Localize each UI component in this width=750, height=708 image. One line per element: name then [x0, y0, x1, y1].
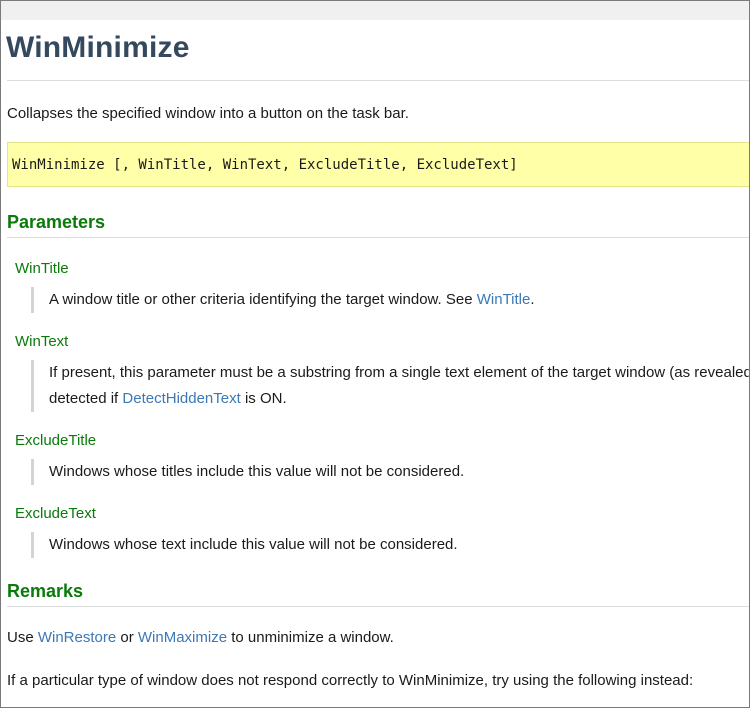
- detecthiddentext-link[interactable]: DetectHiddenText: [122, 390, 240, 407]
- syntax-box: WinMinimize [, WinTitle, WinText, Exclud…: [7, 142, 749, 187]
- remarks-p1-start: Use: [7, 629, 38, 646]
- param-desc-wintitle: A window title or other criteria identif…: [31, 287, 535, 313]
- param-desc-text-end: .: [530, 291, 535, 308]
- param-desc-wintext: If present, this parameter must be a sub…: [31, 360, 750, 412]
- remarks-p1-mid: or: [116, 629, 138, 646]
- remarks-p1-end: to unminimize a window.: [227, 629, 394, 646]
- param-desc-line2-end: is ON.: [240, 390, 287, 407]
- param-desc-text: A window title or other criteria identif…: [49, 291, 477, 308]
- remarks-paragraph-2: If a particular type of window does not …: [7, 672, 694, 689]
- page-title: WinMinimize: [6, 31, 190, 64]
- winrestore-link[interactable]: WinRestore: [38, 629, 116, 646]
- title-divider: [7, 80, 749, 81]
- top-bar: [1, 1, 749, 20]
- param-name-excludetitle: ExcludeTitle: [15, 432, 97, 449]
- param-desc-line1: If present, this parameter must be a sub…: [49, 364, 750, 381]
- description: Collapses the specified window into a bu…: [7, 105, 409, 122]
- parameters-heading: Parameters: [7, 212, 106, 232]
- param-name-wintext: WinText: [15, 333, 69, 350]
- winmaximize-link[interactable]: WinMaximize: [138, 629, 227, 646]
- remarks-paragraph-1: Use WinRestore or WinMaximize to unminim…: [7, 629, 394, 646]
- parameters-divider: [7, 237, 749, 238]
- param-desc-line2: detected if DetectHiddenText is ON.: [49, 386, 749, 412]
- document-frame: WinMinimize Collapses the specified wind…: [0, 0, 750, 708]
- param-desc-line2-start: detected if: [49, 390, 123, 407]
- remarks-divider: [7, 606, 749, 607]
- param-desc-excludetext: Windows whose text include this value wi…: [31, 532, 458, 558]
- param-name-excludetext: ExcludeText: [15, 505, 96, 522]
- remarks-heading: Remarks: [7, 581, 84, 601]
- wintitle-link[interactable]: WinTitle: [477, 291, 531, 308]
- param-name-wintitle: WinTitle: [15, 260, 69, 277]
- param-desc-excludetitle: Windows whose titles include this value …: [31, 459, 464, 485]
